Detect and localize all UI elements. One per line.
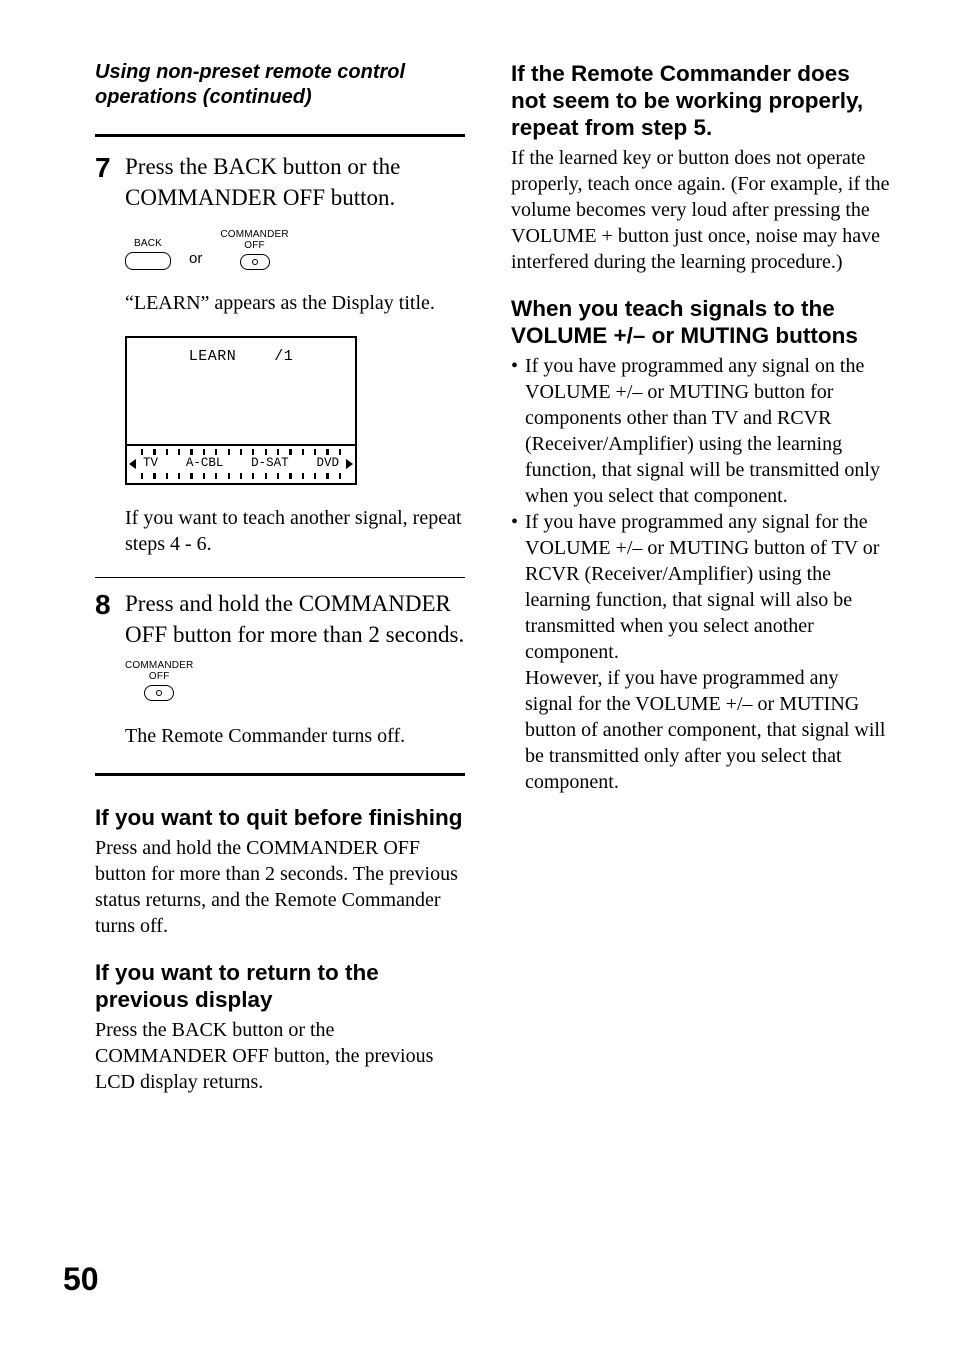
commander-off-diagram: COMMANDER OFF — [125, 660, 465, 703]
lcd-title-right: /1 — [274, 348, 293, 365]
lcd-labels: TV A-CBL D-SAT DVD — [133, 455, 349, 473]
two-columns: Using non-preset remote control operatio… — [95, 60, 891, 1095]
bullet-icon: • — [511, 353, 525, 509]
quit-heading: If you want to quit before finishing — [95, 804, 465, 831]
arrow-left-icon — [129, 459, 136, 469]
divider — [95, 134, 465, 137]
off-label: OFF — [220, 240, 288, 251]
off-label: OFF — [125, 671, 193, 682]
step-number: 7 — [95, 151, 125, 182]
bullet-text: If you have programmed any signal for th… — [525, 509, 891, 795]
commander-label: COMMANDER — [220, 229, 288, 240]
page: Using non-preset remote control operatio… — [0, 0, 954, 1357]
bullet-item: • If you have programmed any signal for … — [511, 509, 891, 795]
off-button-icon — [144, 685, 174, 701]
notworking-body: If the learned key or button does not op… — [511, 145, 891, 275]
teach-heading: When you teach signals to the VOLUME +/–… — [511, 295, 891, 349]
back-label: BACK — [125, 238, 171, 249]
arrow-right-icon — [346, 459, 353, 469]
step-7-note: “LEARN” appears as the Display title. — [125, 290, 465, 316]
bullet-text: If you have programmed any signal on the… — [525, 353, 891, 509]
lcd-label: A-CBL — [186, 456, 224, 472]
quit-body: Press and hold the COMMANDER OFF button … — [95, 835, 465, 939]
right-column: If the Remote Commander does not seem to… — [511, 60, 891, 1095]
continued-heading: Using non-preset remote control operatio… — [95, 60, 465, 110]
page-number: 50 — [63, 1259, 99, 1299]
button-diagram-row: BACK or COMMANDER OFF — [125, 229, 465, 270]
lcd-bottom: TV A-CBL D-SAT DVD — [127, 444, 355, 483]
step-text: Press and hold the COMMANDER OFF button … — [125, 588, 465, 650]
or-text: or — [189, 250, 202, 270]
return-body: Press the BACK button or the COMMANDER O… — [95, 1017, 465, 1095]
commander-off-diagram: COMMANDER OFF — [220, 229, 288, 270]
commander-label: COMMANDER — [125, 660, 193, 671]
lcd-label: DVD — [316, 456, 339, 472]
return-heading: If you want to return to the previous di… — [95, 959, 465, 1013]
step-text: Press the BACK button or the COMMANDER O… — [125, 151, 465, 213]
lcd-label: D-SAT — [251, 456, 289, 472]
dot-icon — [156, 690, 162, 696]
bullet-icon: • — [511, 509, 525, 795]
divider — [95, 577, 465, 578]
step-7-tail: If you want to teach another signal, rep… — [125, 505, 465, 557]
bullet-item: • If you have programmed any signal on t… — [511, 353, 891, 509]
ticks-bottom — [133, 473, 349, 479]
step-8-tail: The Remote Commander turns off. — [125, 723, 465, 749]
dot-icon — [252, 259, 258, 265]
lcd-label: TV — [143, 456, 158, 472]
divider — [95, 773, 465, 776]
lcd-top: LEARN /1 — [127, 338, 355, 444]
notworking-heading: If the Remote Commander does not seem to… — [511, 60, 891, 141]
step-8: 8 Press and hold the COMMANDER OFF butto… — [95, 588, 465, 650]
step-number: 8 — [95, 588, 125, 619]
off-button-icon — [240, 254, 270, 270]
back-button-diagram: BACK — [125, 238, 171, 270]
bullet-text-b: However, if you have programmed any sign… — [525, 667, 886, 793]
lcd-display: LEARN /1 TV A-CBL D-SAT DVD — [125, 336, 357, 485]
bullet-text-a: If you have programmed any signal for th… — [525, 511, 879, 663]
step-7: 7 Press the BACK button or the COMMANDER… — [95, 151, 465, 213]
left-column: Using non-preset remote control operatio… — [95, 60, 465, 1095]
lcd-title-left: LEARN — [189, 348, 237, 365]
lcd-title: LEARN /1 — [139, 348, 343, 367]
back-button-icon — [125, 252, 171, 270]
